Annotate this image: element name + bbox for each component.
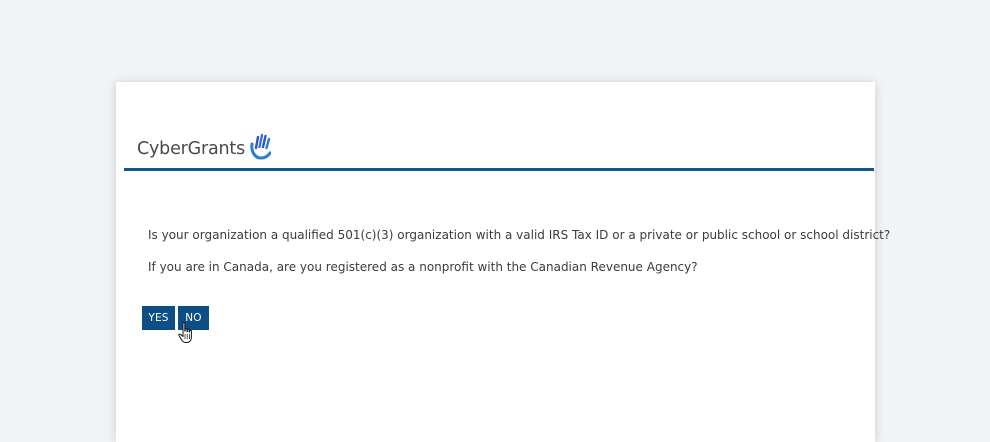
eligibility-card: CyberGrants Is your organization a quali… (116, 82, 890, 442)
question-501c3: Is your organization a qualified 501(c)(… (148, 228, 891, 242)
cybergrants-logo: CyberGrants (137, 122, 271, 160)
question-canada: If you are in Canada, are you registered… (148, 260, 698, 274)
header-divider (124, 168, 874, 171)
yes-button[interactable]: YES (142, 306, 175, 330)
hand-wave-icon (250, 133, 271, 160)
logo-text: CyberGrants (137, 138, 245, 159)
hand-pointer-icon (178, 321, 192, 343)
